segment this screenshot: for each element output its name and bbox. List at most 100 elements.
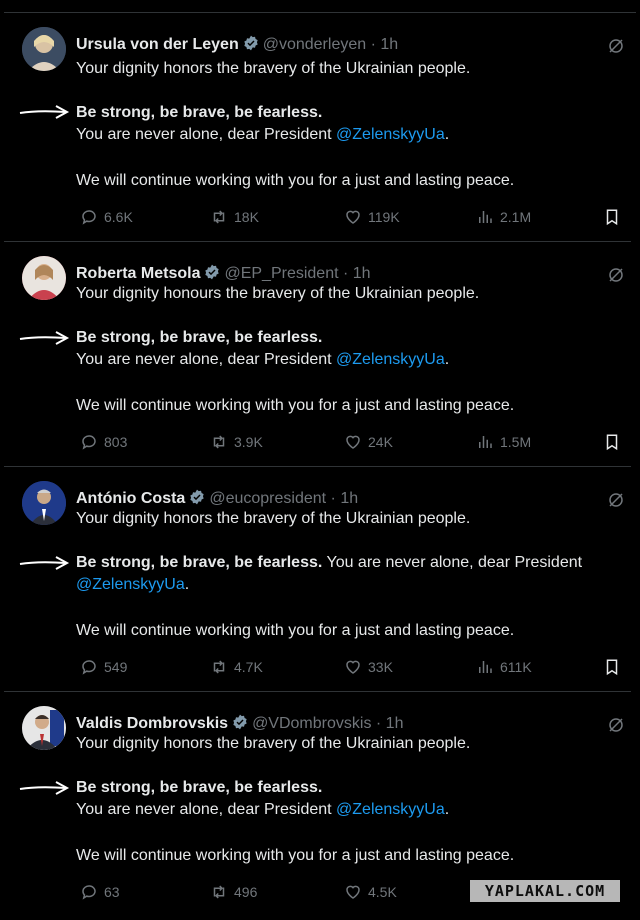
verified-badge-icon (233, 714, 247, 730)
tweet-line-4: We will continue working with you for a … (76, 172, 515, 189)
tweet-time[interactable]: · 1h (376, 715, 404, 732)
tweet-line-1: Your dignity honors the bravery of the U… (76, 510, 471, 527)
tweet-line-1: Your dignity honors the bravery of the U… (76, 735, 471, 752)
reply-icon (82, 435, 96, 450)
author-name[interactable]: Ursula von der Leyen (76, 36, 239, 53)
reply-icon (82, 885, 96, 900)
verified-badge-icon (190, 489, 204, 505)
reply-icon (82, 210, 96, 225)
reply-count: 803 (104, 434, 128, 450)
views-icon (479, 436, 492, 448)
author-handle[interactable]: @vonderleyen (263, 36, 366, 53)
like-button[interactable]: 119K (344, 208, 400, 226)
bookmark-icon[interactable] (603, 433, 621, 451)
tweet-line-3-text: You are never alone, dear President (76, 126, 337, 143)
tweet-line-4: We will continue working with you for a … (76, 397, 515, 414)
mention-link[interactable]: @ZelenskyyUa (336, 126, 445, 143)
avatar[interactable] (22, 27, 66, 71)
author-handle[interactable]: @EP_President (224, 265, 338, 282)
tweet-header: Ursula von der Leyen @vonderleyen · 1h (76, 35, 398, 54)
tweet-time[interactable]: · 1h (343, 265, 371, 282)
grok-icon[interactable] (607, 491, 625, 509)
tweet-line-3: @ZelenskyyUa. (76, 576, 189, 594)
like-button[interactable]: 24K (344, 433, 393, 451)
repost-count: 18K (234, 209, 259, 225)
views-icon (479, 211, 492, 223)
tweet-line-3: You are never alone, dear President @Zel… (76, 801, 449, 819)
views-icon (479, 661, 492, 673)
tweet-line-3: You are never alone, dear President @Zel… (76, 351, 449, 369)
author-handle[interactable]: @VDombrovskis (252, 715, 371, 732)
like-count: 33K (368, 659, 393, 675)
tweet-header: Roberta Metsola @EP_President · 1h (76, 264, 371, 283)
tweet-line-1: Your dignity honours the bravery of the … (76, 285, 480, 302)
tweet-bold-line: Be strong, be brave, be fearless. (76, 329, 323, 346)
like-button[interactable]: 4.5K (344, 883, 397, 901)
reply-button[interactable]: 549 (80, 658, 127, 676)
tweet-line-3-end: . (444, 801, 450, 818)
grok-icon[interactable] (607, 266, 625, 284)
tweet-header: Valdis Dombrovskis @VDombrovskis · 1h (76, 714, 403, 733)
mention-link[interactable]: @ZelenskyyUa (336, 801, 445, 818)
like-count: 119K (368, 209, 400, 225)
views-button[interactable]: 2.1M (476, 208, 531, 226)
reply-count: 549 (104, 659, 128, 675)
views-button[interactable]: 611K (476, 658, 532, 676)
tweet-line-3-end: . (184, 576, 190, 593)
author-name[interactable]: Valdis Dombrovskis (76, 715, 228, 732)
author-handle[interactable]: @eucopresident (209, 490, 326, 507)
repost-button[interactable]: 18K (210, 208, 259, 226)
bookmark-icon[interactable] (603, 208, 621, 226)
reply-button[interactable]: 803 (80, 433, 127, 451)
reply-button[interactable]: 63 (80, 883, 120, 901)
avatar[interactable] (22, 481, 66, 525)
grok-icon[interactable] (607, 716, 625, 734)
repost-icon (213, 435, 225, 449)
view-count: 1.5M (500, 434, 532, 450)
author-name[interactable]: António Costa (76, 490, 185, 507)
tweet-time[interactable]: · 1h (371, 36, 399, 53)
reply-button[interactable]: 6.6K (80, 208, 133, 226)
avatar[interactable] (22, 256, 66, 300)
tweet-line-3-text: You are never alone, dear President (76, 351, 337, 368)
tweet-line-3-end: . (444, 351, 450, 368)
heart-icon (346, 885, 360, 899)
arrow-annotation-icon (19, 331, 70, 345)
tweet-time[interactable]: · 1h (331, 490, 359, 507)
like-button[interactable]: 33K (344, 658, 393, 676)
tweet-line-3: You are never alone, dear President @Zel… (76, 126, 449, 144)
heart-icon (346, 210, 360, 224)
verified-badge-icon (244, 35, 258, 51)
arrow-annotation-icon (19, 781, 70, 795)
tweet-vonderleyen[interactable]: Ursula von der Leyen @vonderleyen · 1h Yo… (4, 13, 631, 242)
tweet-line-4: We will continue working with you for a … (76, 622, 515, 639)
view-count: 2.1M (500, 209, 532, 225)
tweet-bold-line: Be strong, be brave, be fearless. (76, 779, 323, 796)
tweet-bold-line: Be strong, be brave, be fearless. (76, 554, 323, 571)
bookmark-icon[interactable] (603, 658, 621, 676)
repost-button[interactable]: 3.9K (210, 433, 263, 451)
tweet-line-2: Be strong, be brave, be fearless. You ar… (76, 554, 582, 572)
author-name[interactable]: Roberta Metsola (76, 265, 200, 282)
like-count: 24K (368, 434, 393, 450)
repost-icon (213, 210, 225, 224)
arrow-annotation-icon (19, 105, 70, 119)
reply-count: 6.6K (104, 209, 133, 225)
view-count: 611K (500, 659, 532, 675)
views-button[interactable]: 1.5M (476, 433, 531, 451)
mention-link[interactable]: @ZelenskyyUa (336, 351, 445, 368)
reply-count: 63 (104, 884, 120, 900)
site-watermark: YAPLAKAL.COM (470, 880, 620, 902)
repost-icon (213, 660, 225, 674)
verified-badge-icon (205, 264, 220, 280)
tweet-eucopresident[interactable]: António Costa @eucopresident · 1h Your di… (4, 467, 631, 692)
tweet-line-1: Your dignity honors the bravery of the U… (76, 60, 471, 77)
tweet-ep-president[interactable]: Roberta Metsola @EP_President · 1h Your d… (4, 242, 631, 467)
avatar[interactable] (22, 706, 66, 750)
repost-button[interactable]: 496 (210, 883, 257, 901)
reply-icon (82, 660, 96, 675)
repost-icon (213, 885, 225, 899)
mention-link[interactable]: @ZelenskyyUa (76, 576, 185, 593)
grok-icon[interactable] (607, 37, 625, 55)
repost-button[interactable]: 4.7K (210, 658, 263, 676)
